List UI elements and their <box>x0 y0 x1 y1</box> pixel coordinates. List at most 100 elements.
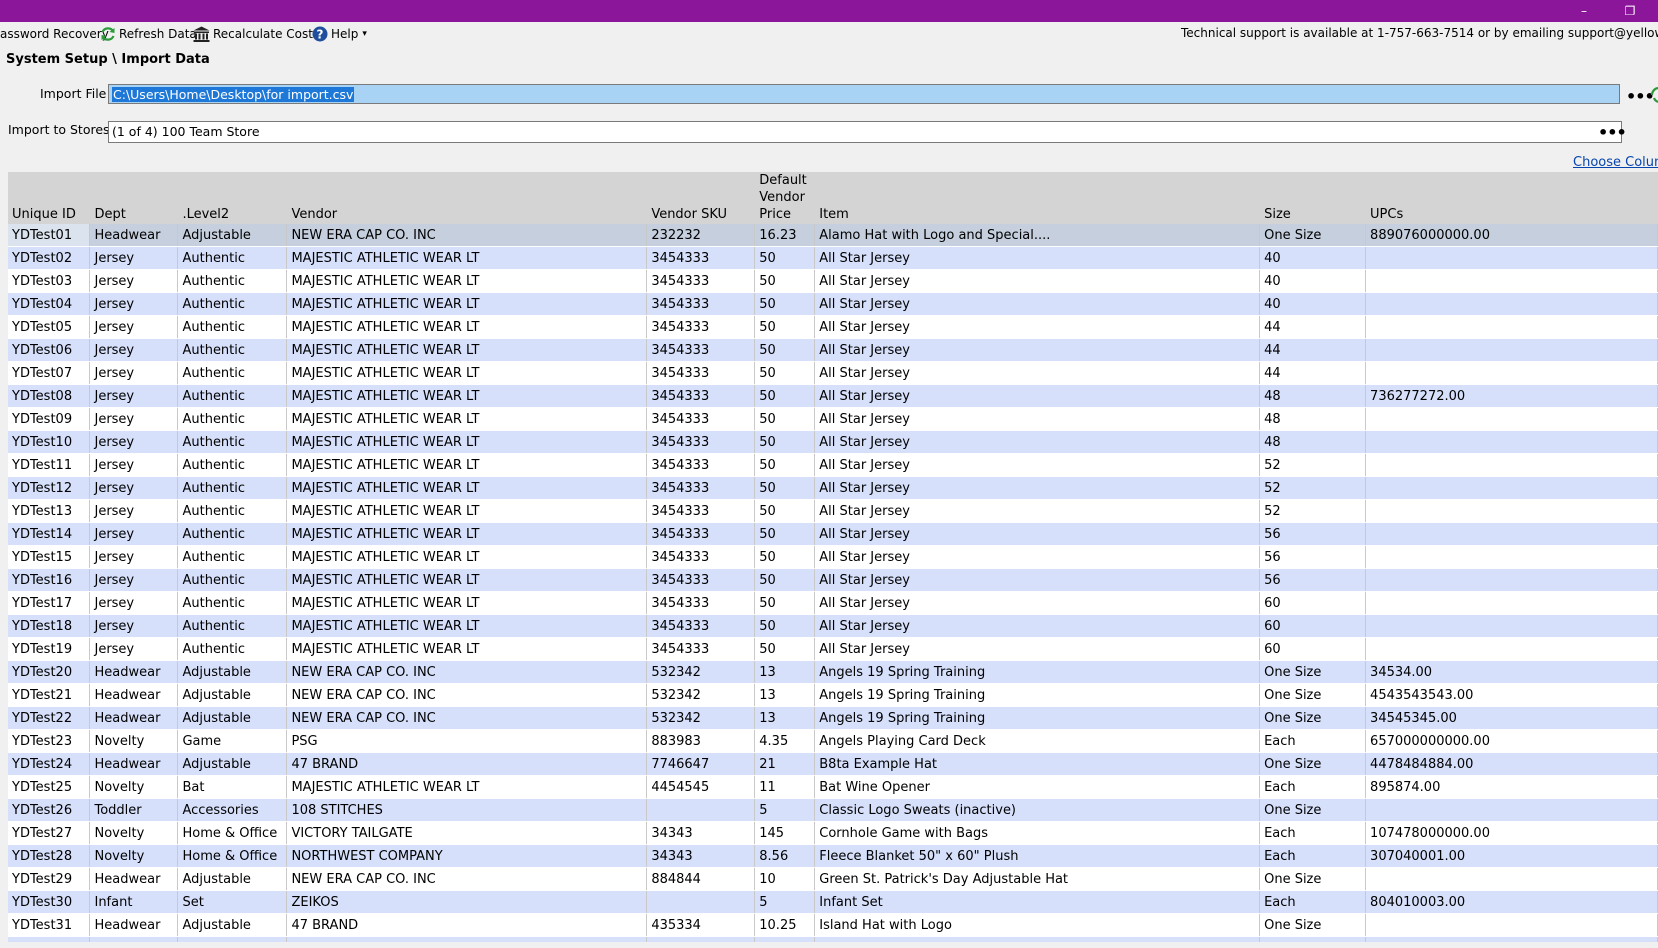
table-row[interactable]: YDTest22 Headwear Adjustable NEW ERA CAP CO… <box>8 706 1658 730</box>
table-cell[interactable]: One Size <box>1259 867 1367 891</box>
table-cell[interactable]: 50 <box>754 568 816 592</box>
table-cell[interactable]: 3454333 <box>646 269 756 293</box>
table-cell[interactable]: All Star Jersey <box>814 568 1261 592</box>
table-cell[interactable]: 50 <box>754 637 816 661</box>
table-cell[interactable]: Jersey <box>89 430 179 454</box>
table-cell[interactable]: 50 <box>754 499 816 523</box>
table-cell[interactable]: 60 <box>1259 614 1367 638</box>
table-cell[interactable]: All Star Jersey <box>814 591 1261 615</box>
table-cell[interactable]: Authentic <box>177 269 288 293</box>
table-cell[interactable]: Jersey <box>89 637 179 661</box>
table-cell[interactable]: ZEIKOS <box>286 890 648 914</box>
table-cell[interactable]: MAJESTIC ATHLETIC WEAR LT <box>286 499 648 523</box>
table-cell[interactable]: YDTest02 <box>8 246 91 270</box>
table-cell[interactable]: 40 <box>1259 936 1367 942</box>
table-row[interactable]: YDTest04 Jersey Authentic MAJESTIC ATHLETIC… <box>8 292 1658 316</box>
table-cell[interactable]: Authentic <box>177 568 288 592</box>
table-cell[interactable]: 60 <box>1259 637 1367 661</box>
table-cell[interactable]: Each <box>1259 890 1367 914</box>
table-cell[interactable]: Authentic <box>177 315 288 339</box>
table-row[interactable]: YDTest27 Novelty Home & Office VICTORY TAIL… <box>8 821 1658 845</box>
import-file-input[interactable]: C:\Users\Home\Desktop\for import.csv <box>108 84 1620 104</box>
table-cell[interactable]: 34534.00 <box>1365 660 1658 684</box>
table-cell[interactable]: All Star Jersey <box>814 246 1261 270</box>
table-cell[interactable]: 7746647 <box>646 752 756 776</box>
table-row[interactable]: YDTest06 Jersey Authentic MAJESTIC ATHLETIC… <box>8 338 1658 362</box>
table-cell[interactable]: 5 <box>754 798 816 822</box>
table-cell[interactable]: YDTest28 <box>8 844 91 868</box>
table-cell[interactable]: Adjustable <box>177 683 288 707</box>
table-cell[interactable]: Jersey <box>89 591 179 615</box>
table-cell[interactable]: Adjustable <box>177 706 288 730</box>
table-cell[interactable]: B8ta Example Hat <box>814 752 1261 776</box>
table-row[interactable]: YDTest32JerseyAuthenticMEMORY COMPANY656… <box>8 936 1658 942</box>
table-cell[interactable]: YDTest10 <box>8 430 91 454</box>
table-cell[interactable]: MAJESTIC ATHLETIC WEAR LT <box>286 315 648 339</box>
table-cell[interactable]: 3454333 <box>646 637 756 661</box>
table-cell[interactable]: Fleece Blanket 50" x 60" Plush <box>814 844 1261 868</box>
table-cell[interactable]: Novelty <box>89 729 179 753</box>
table-cell[interactable]: 52 <box>1259 499 1367 523</box>
table-cell[interactable]: 50 <box>754 522 816 546</box>
table-cell[interactable]: 34545345.00 <box>1365 706 1658 730</box>
table-cell[interactable]: YDTest18 <box>8 614 91 638</box>
table-cell[interactable]: Authentic <box>177 522 288 546</box>
table-cell[interactable]: YDTest13 <box>8 499 91 523</box>
table-cell[interactable]: Set <box>177 890 288 914</box>
table-cell[interactable]: NEW ERA CAP CO. INC <box>286 867 648 891</box>
table-cell[interactable]: YDTest26 <box>8 798 91 822</box>
table-cell[interactable]: Jersey <box>89 384 179 408</box>
table-cell[interactable]: Authentic <box>177 338 288 362</box>
table-cell[interactable]: MAJESTIC ATHLETIC WEAR LT <box>286 338 648 362</box>
table-cell[interactable]: YDTest05 <box>8 315 91 339</box>
table-cell[interactable]: Authentic <box>177 545 288 569</box>
table-cell[interactable]: Jersey <box>89 545 179 569</box>
table-cell[interactable]: 3454333 <box>646 453 756 477</box>
table-cell[interactable]: 120 <box>754 936 816 942</box>
table-cell[interactable]: YDTest06 <box>8 338 91 362</box>
table-cell[interactable]: 3454333 <box>646 292 756 316</box>
table-cell[interactable]: YDTest08 <box>8 384 91 408</box>
table-cell[interactable] <box>1365 499 1658 523</box>
table-cell[interactable]: YDTest30 <box>8 890 91 914</box>
table-row[interactable]: YDTest08 Jersey Authentic MAJESTIC ATHLETIC… <box>8 384 1658 408</box>
table-cell[interactable]: 52 <box>1259 453 1367 477</box>
table-cell[interactable]: 44 <box>1259 361 1367 385</box>
table-cell[interactable] <box>1365 315 1658 339</box>
table-cell[interactable]: 13 <box>754 660 816 684</box>
table-cell[interactable] <box>1365 292 1658 316</box>
table-cell[interactable]: All Star Jersey <box>814 338 1261 362</box>
table-cell[interactable]: YDTest16 <box>8 568 91 592</box>
table-cell[interactable]: 3454333 <box>646 361 756 385</box>
table-cell[interactable]: 884844 <box>646 867 756 891</box>
table-cell[interactable]: 16.23 <box>754 224 816 247</box>
table-cell[interactable]: Alamo Hat with Logo and Special.... <box>814 224 1261 247</box>
table-cell[interactable]: Novelty <box>89 775 179 799</box>
table-cell[interactable]: MAJESTIC ATHLETIC WEAR LT <box>286 545 648 569</box>
table-cell[interactable]: 889076000000.00 <box>1365 224 1658 247</box>
table-cell[interactable]: YDTest32 <box>8 936 91 942</box>
table-row[interactable]: YDTest15 Jersey Authentic MAJESTIC ATHLETIC… <box>8 545 1658 569</box>
table-row[interactable]: YDTest12 Jersey Authentic MAJESTIC ATHLETIC… <box>8 476 1658 500</box>
table-cell[interactable]: YDTest19 <box>8 637 91 661</box>
table-cell[interactable]: PSG <box>286 729 648 753</box>
table-cell[interactable]: All Star Jersey <box>814 430 1261 454</box>
table-cell[interactable]: 21 <box>754 752 816 776</box>
table-cell[interactable]: Jersey <box>89 315 179 339</box>
table-cell[interactable]: All Star Jersey <box>814 637 1261 661</box>
import-data-grid[interactable]: Unique ID Dept .Level2 Vendor Vendor SKU… <box>8 172 1658 942</box>
table-cell[interactable]: MAJESTIC ATHLETIC WEAR LT <box>286 430 648 454</box>
table-cell[interactable]: Authentic <box>177 246 288 270</box>
table-cell[interactable]: Headwear <box>89 683 179 707</box>
table-row[interactable]: YDTest11 Jersey Authentic MAJESTIC ATHLETIC… <box>8 453 1658 477</box>
table-row[interactable]: YDTest20 Headwear Adjustable NEW ERA CAP CO… <box>8 660 1658 684</box>
table-cell[interactable]: Angels 19 Spring Training <box>814 706 1261 730</box>
table-cell[interactable]: YDTest29 <box>8 867 91 891</box>
table-cell[interactable]: MAJESTIC ATHLETIC WEAR LT <box>286 476 648 500</box>
table-cell[interactable] <box>1365 430 1658 454</box>
table-cell[interactable]: Headwear <box>89 224 179 247</box>
table-cell[interactable]: 107478000000.00 <box>1365 821 1658 845</box>
table-cell[interactable] <box>646 798 756 822</box>
table-cell[interactable]: 3454333 <box>646 246 756 270</box>
table-cell[interactable]: 657000000000.00 <box>1365 729 1658 753</box>
